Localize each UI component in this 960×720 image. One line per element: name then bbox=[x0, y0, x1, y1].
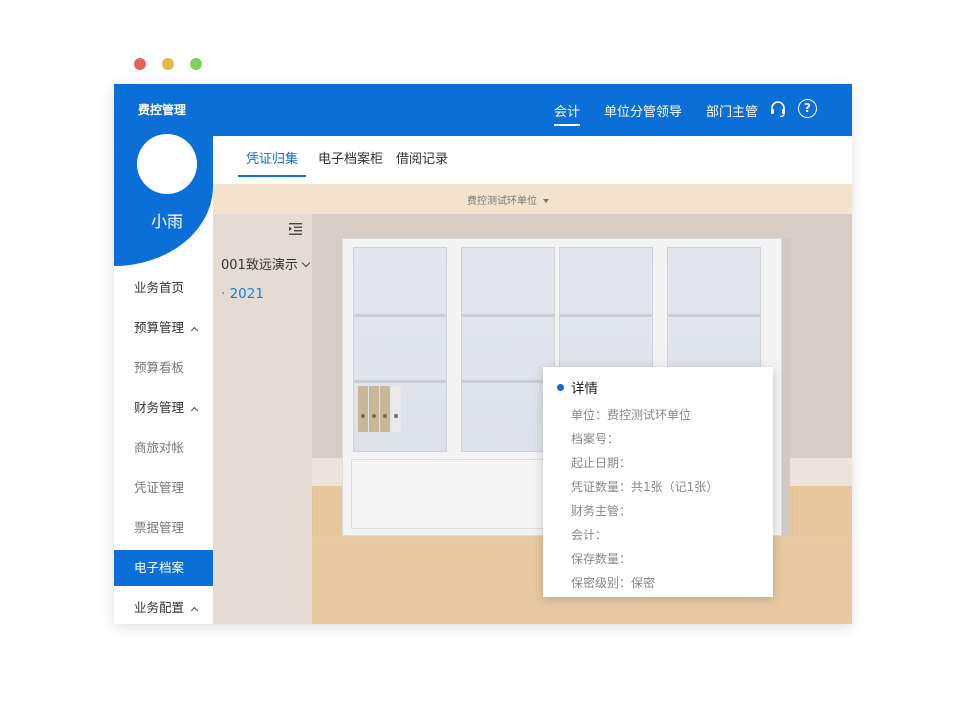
detail-popup: 详情 单位：费控测试环单位 档案号： 起止日期： 凭证数量：共1张（记1张） 财… bbox=[543, 367, 773, 597]
binder-group[interactable] bbox=[358, 386, 401, 432]
collapse-menu-icon[interactable] bbox=[289, 223, 302, 235]
role-tab-unit-leader[interactable]: 单位分管领导 bbox=[604, 101, 682, 120]
chevron-down-icon bbox=[301, 258, 311, 268]
sidebar-item-voucher[interactable]: 凭证管理 bbox=[114, 468, 213, 508]
sidebar-item-label: 业务首页 bbox=[134, 280, 185, 295]
minimize-dot[interactable] bbox=[162, 58, 174, 70]
chevron-up-icon bbox=[190, 326, 199, 335]
caret-down-icon bbox=[543, 199, 549, 203]
chevron-up-icon bbox=[190, 606, 199, 615]
detail-secrecy-level: 保密级别：保密 bbox=[571, 576, 656, 590]
binder bbox=[391, 386, 401, 432]
detail-archive-no: 档案号： bbox=[571, 432, 620, 446]
sidebar-item-e-archive[interactable]: 电子档案 bbox=[114, 550, 213, 586]
maximize-dot[interactable] bbox=[190, 58, 202, 70]
sidebar-item-label: 商旅对帐 bbox=[134, 440, 185, 455]
close-dot[interactable] bbox=[134, 58, 146, 70]
sidebar-item-label: 凭证管理 bbox=[134, 480, 185, 495]
detail-voucher-count: 凭证数量：共1张（记1张） bbox=[571, 480, 719, 494]
sidebar-item-label: 电子档案 bbox=[134, 560, 185, 575]
detail-storage-count: 保存数量： bbox=[571, 552, 632, 566]
tree-node-label: 001致远演示 bbox=[221, 258, 298, 273]
cabinet-compartment[interactable] bbox=[353, 247, 447, 452]
shelf bbox=[462, 380, 554, 383]
shelf bbox=[668, 314, 760, 317]
sidebar-item-label: 业务配置 bbox=[134, 600, 185, 615]
profile-panel: 小雨 bbox=[114, 134, 213, 266]
role-tab-accountant[interactable]: 会计 bbox=[554, 101, 581, 126]
binder bbox=[380, 386, 390, 432]
side-menu: 业务首页 预算管理 预算看板 财务管理 商旅对帐 凭证管理 票据管理 电子档案 … bbox=[114, 268, 213, 624]
chevron-up-icon bbox=[190, 406, 199, 415]
role-nav: 会计 单位分管领导 部门主管 bbox=[554, 101, 782, 126]
sidebar-item-label: 财务管理 bbox=[134, 400, 185, 415]
sidebar-item-invoice[interactable]: 票据管理 bbox=[114, 508, 213, 548]
binder bbox=[358, 386, 368, 432]
sidebar-item-finance[interactable]: 财务管理 bbox=[114, 388, 213, 428]
shelf bbox=[560, 314, 652, 317]
help-icon[interactable]: ? bbox=[798, 99, 817, 118]
detail-title: 详情 bbox=[557, 377, 759, 397]
unit-select-value: 费控测试环单位 bbox=[467, 196, 537, 207]
sidebar-item-budget[interactable]: 预算管理 bbox=[114, 308, 213, 348]
sidebar: 小雨 业务首页 预算管理 预算看板 财务管理 商旅对帐 凭证管理 票据管理 电子… bbox=[114, 134, 213, 624]
app-title: 费控管理 bbox=[138, 103, 187, 117]
headset-icon[interactable] bbox=[769, 100, 787, 118]
shelf bbox=[354, 314, 446, 317]
avatar[interactable] bbox=[137, 134, 197, 194]
user-name: 小雨 bbox=[150, 212, 183, 231]
tab-borrow-records[interactable]: 借阅记录 bbox=[396, 148, 448, 167]
main-content: 凭证归集 电子档案柜 借阅记录 费控测试环单位 001致远演示 · 2021 详… bbox=[213, 136, 852, 624]
app-window: 费控管理 会计 单位分管领导 部门主管 ? 小雨 业务首页 预算管理 预算看板 … bbox=[114, 84, 852, 624]
tab-voucher-collect[interactable]: 凭证归集 bbox=[237, 148, 307, 177]
detail-accountant: 会计： bbox=[571, 528, 608, 542]
detail-unit: 单位：费控测试环单位 bbox=[571, 408, 692, 422]
unit-select[interactable]: 费控测试环单位 bbox=[467, 192, 549, 207]
binder bbox=[369, 386, 379, 432]
tree-leaf-year[interactable]: · 2021 bbox=[221, 286, 264, 302]
window-controls bbox=[134, 58, 202, 70]
unit-bar: 费控测试环单位 bbox=[213, 184, 852, 214]
bullet-icon bbox=[557, 383, 564, 391]
shelf bbox=[354, 380, 446, 383]
sidebar-item-label: 预算看板 bbox=[134, 360, 185, 375]
sidebar-item-label: 预算管理 bbox=[134, 320, 185, 335]
shelf bbox=[462, 314, 554, 317]
cabinet-compartment[interactable] bbox=[461, 247, 555, 452]
role-tab-dept-head[interactable]: 部门主管 bbox=[706, 101, 758, 120]
top-header: 费控管理 会计 单位分管领导 部门主管 ? bbox=[114, 84, 852, 136]
tab-archive-cabinet[interactable]: 电子档案柜 bbox=[318, 148, 383, 167]
sidebar-item-home[interactable]: 业务首页 bbox=[114, 268, 213, 308]
tree-node-unit[interactable]: 001致远演示 bbox=[221, 254, 311, 273]
sidebar-item-travel-reconcile[interactable]: 商旅对帐 bbox=[114, 428, 213, 468]
detail-date-range: 起止日期： bbox=[571, 456, 632, 470]
archive-tree: 001致远演示 · 2021 bbox=[213, 214, 312, 624]
sidebar-item-config[interactable]: 业务配置 bbox=[114, 588, 213, 624]
detail-finance-head: 财务主管： bbox=[571, 504, 632, 518]
sidebar-item-budget-board[interactable]: 预算看板 bbox=[114, 348, 213, 388]
detail-title-text: 详情 bbox=[571, 381, 598, 397]
tab-bar: 凭证归集 电子档案柜 借阅记录 bbox=[213, 136, 852, 184]
sidebar-item-label: 票据管理 bbox=[134, 520, 185, 535]
